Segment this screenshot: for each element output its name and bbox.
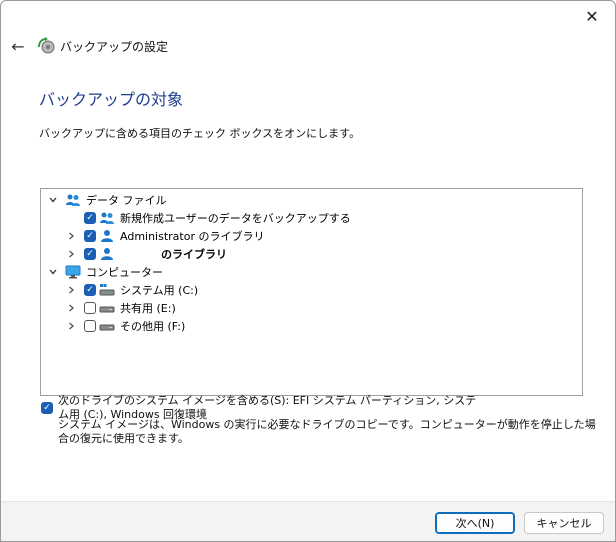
computer-icon [65, 265, 81, 279]
tree-item-administrator-libraries[interactable]: ✓ Administrator のライブラリ [65, 227, 264, 245]
user-icon [99, 229, 115, 243]
next-button[interactable]: 次へ(N) [435, 512, 515, 534]
chevron-right-icon[interactable] [65, 284, 77, 296]
tree-item-drive-f[interactable]: その他用 (F:) [65, 317, 185, 335]
backup-app-icon [38, 37, 55, 54]
tree-item-data-files[interactable]: データ ファイル [47, 191, 167, 209]
users-icon [65, 193, 81, 207]
checkbox-new-users[interactable]: ✓ [84, 212, 96, 224]
tree-item-computer[interactable]: コンピューター [47, 263, 163, 281]
checkbox-drive-e[interactable] [84, 302, 96, 314]
chevron-down-icon[interactable] [47, 266, 59, 278]
tree-item-new-users[interactable]: ✓ 新規作成ユーザーのデータをバックアップする [71, 209, 351, 227]
tree-item-drive-c[interactable]: ✓ システム用 (C:) [65, 281, 198, 299]
back-arrow-icon: ← [11, 36, 25, 56]
system-image-description: システム イメージは、Windows の実行に必要なドライブのコピーです。コンピ… [58, 418, 596, 445]
backup-items-tree[interactable]: データ ファイル ✓ 新規作成ユーザーのデータをバックアップする ✓ Admin… [40, 188, 583, 396]
window-title: バックアップの設定 [60, 39, 169, 54]
chevron-right-icon[interactable] [65, 320, 77, 332]
checkbox-drive-f[interactable] [84, 320, 96, 332]
chevron-right-icon[interactable] [65, 248, 77, 260]
footer-bar: 次へ(N) キャンセル [1, 501, 615, 541]
tree-item-user-libraries[interactable]: ✓ のライブラリ [65, 245, 227, 263]
checkbox-user-libraries[interactable]: ✓ [84, 248, 96, 260]
chevron-right-icon[interactable] [65, 302, 77, 314]
checkbox-drive-c[interactable]: ✓ [84, 284, 96, 296]
tree-item-label: データ ファイル [86, 194, 167, 207]
instruction-text: バックアップに含める項目のチェック ボックスをオンにします。 [39, 127, 361, 140]
tree-item-label: コンピューター [86, 266, 163, 279]
drive-icon [99, 319, 115, 333]
tree-item-label: Administrator のライブラリ [120, 230, 265, 243]
chevron-down-icon[interactable] [47, 194, 59, 206]
drive-windows-icon [99, 283, 115, 297]
page-title: バックアップの対象 [39, 90, 184, 109]
tree-item-label: その他用 (F:) [120, 320, 186, 333]
window-header: ← バックアップの設定 [1, 31, 615, 61]
tree-item-drive-e[interactable]: 共有用 (E:) [65, 299, 176, 317]
users-icon [99, 211, 115, 225]
chevron-right-icon[interactable] [65, 230, 77, 242]
cancel-button[interactable]: キャンセル [524, 512, 604, 534]
backup-settings-window: ✕ ← バックアップの設定 バックアップの対象 バックアップに含める項目のチェッ… [0, 0, 616, 542]
user-icon [99, 247, 115, 261]
close-icon: ✕ [585, 6, 599, 26]
tree-item-label: 新規作成ユーザーのデータをバックアップする [120, 212, 351, 225]
checkbox-administrator[interactable]: ✓ [84, 230, 96, 242]
tree-item-label: のライブラリ [161, 248, 227, 261]
tree-item-label: システム用 (C:) [120, 284, 199, 297]
tree-item-label: 共有用 (E:) [120, 302, 176, 315]
close-button[interactable]: ✕ [569, 1, 615, 31]
drive-icon [99, 301, 115, 315]
system-image-checkbox[interactable]: ✓ [41, 402, 53, 414]
back-button[interactable]: ← [8, 36, 28, 56]
